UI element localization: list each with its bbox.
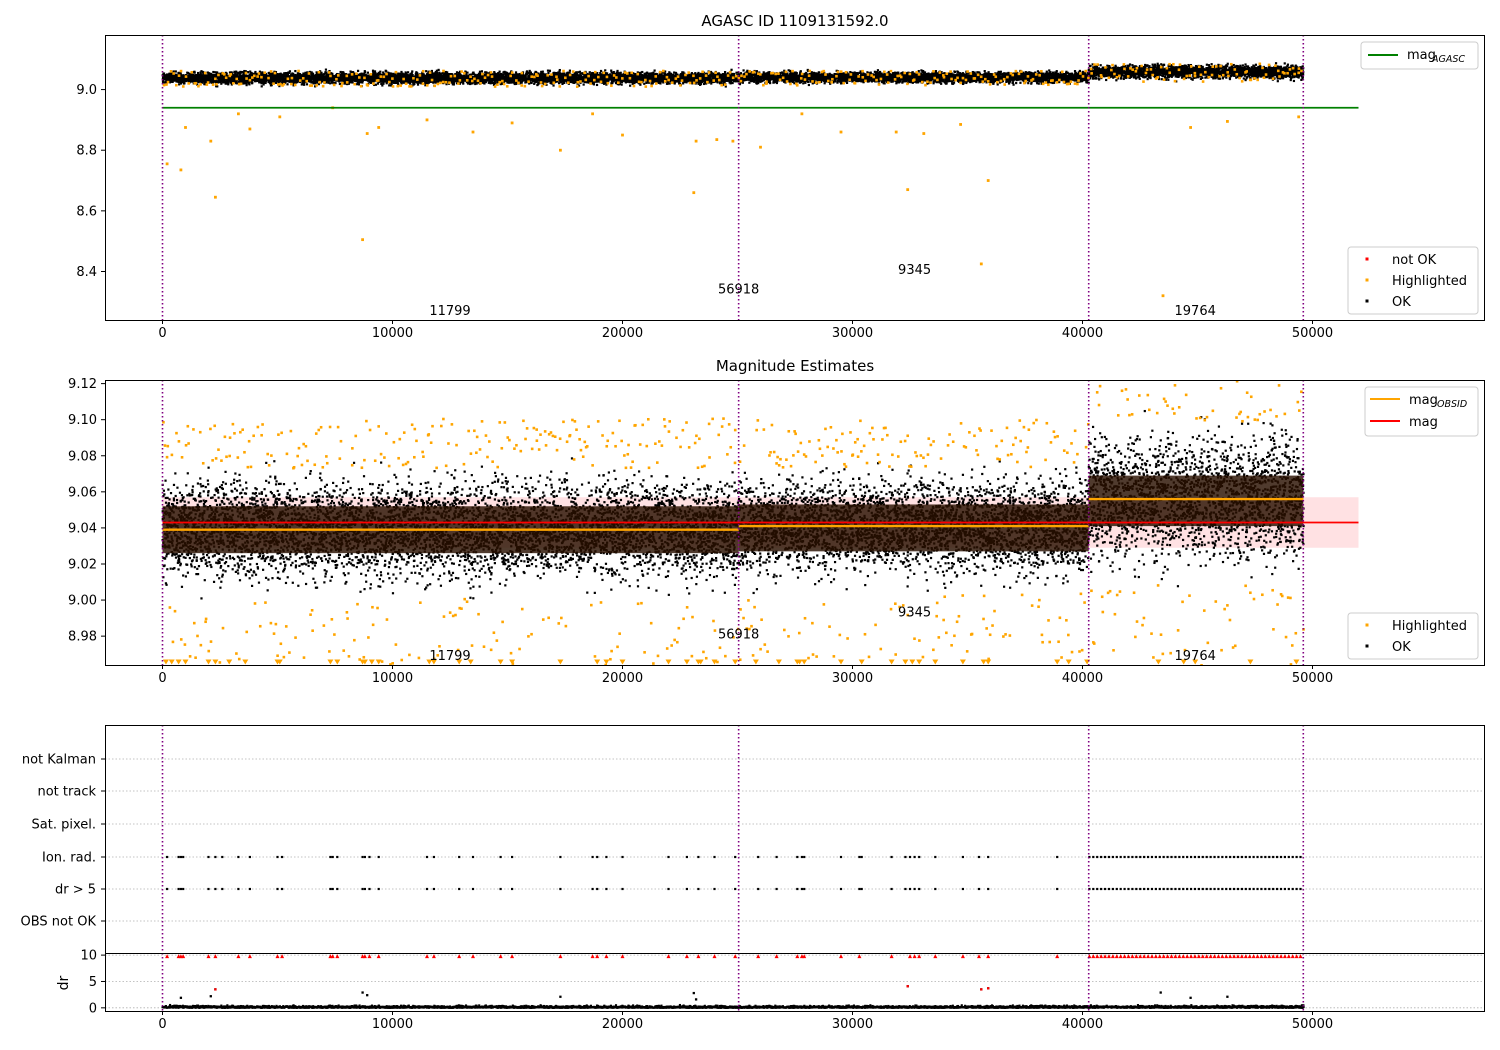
- ok-point: [416, 83, 420, 86]
- ok-point: [643, 82, 646, 85]
- ok-point: [374, 83, 378, 86]
- ok-point: [604, 69, 607, 72]
- ok-point: [305, 83, 309, 86]
- ok-point: [413, 82, 416, 85]
- ok-point: [592, 83, 596, 86]
- ok-point: [366, 71, 369, 74]
- ok-point: [619, 71, 622, 74]
- ok-point: [588, 71, 591, 74]
- ok-point: [379, 70, 382, 73]
- ok-point: [406, 71, 410, 74]
- ok-point: [641, 70, 644, 74]
- ok-point: [568, 69, 572, 72]
- ok-point: [479, 72, 482, 75]
- ok-point: [286, 75, 289, 78]
- ok-point: [358, 81, 361, 84]
- ok-point: [324, 68, 328, 71]
- ok-point: [547, 71, 550, 75]
- ok-point: [248, 83, 251, 86]
- ok-point: [338, 82, 342, 86]
- ok-point: [174, 70, 177, 73]
- ok-point: [193, 71, 196, 74]
- ok-point: [435, 71, 439, 74]
- ok-point: [212, 70, 215, 74]
- ok-point: [324, 71, 328, 74]
- ok-point: [220, 82, 223, 85]
- ok-point: [351, 81, 354, 84]
- ok-point: [575, 71, 578, 74]
- ok-point: [595, 83, 599, 87]
- ok-point: [629, 84, 632, 87]
- ok-point: [466, 71, 469, 74]
- ok-point: [472, 71, 475, 74]
- ok-point: [251, 81, 254, 84]
- ok-point: [541, 70, 544, 73]
- ok-point: [303, 83, 306, 86]
- ok-point: [363, 70, 367, 74]
- ok-point: [501, 73, 505, 76]
- ok-point: [356, 69, 360, 72]
- ok-point: [653, 69, 656, 72]
- ok-point: [254, 70, 257, 74]
- ok-point: [315, 81, 319, 84]
- ok-point: [260, 85, 263, 88]
- ok-point: [373, 70, 377, 73]
- ok-point: [269, 82, 272, 85]
- ok-point: [288, 70, 292, 73]
- ok-point: [411, 70, 414, 73]
- ok-point: [582, 83, 585, 86]
- ok-point: [514, 71, 518, 74]
- ok-point: [416, 72, 419, 75]
- ok-point: [196, 71, 200, 75]
- ok-point: [480, 70, 484, 73]
- ok-point: [264, 80, 268, 83]
- ok-point: [578, 70, 582, 73]
- ok-point: [286, 83, 289, 86]
- ok-point: [425, 70, 428, 73]
- ok-point: [452, 83, 455, 86]
- agasc-panel-title: AGASC ID 1109131592.0: [701, 12, 888, 30]
- ok-point: [357, 83, 360, 86]
- ok-point: [294, 69, 297, 73]
- ok-point: [599, 69, 603, 73]
- ok-point: [385, 70, 388, 73]
- ok-point: [225, 72, 228, 75]
- ok-point: [610, 69, 613, 72]
- ok-point: [552, 84, 555, 87]
- ok-point: [493, 82, 496, 85]
- ok-point: [558, 68, 561, 72]
- ok-point: [639, 83, 642, 86]
- ok-point: [478, 70, 482, 73]
- ok-point: [616, 69, 619, 73]
- ok-point: [183, 82, 186, 85]
- ok-point: [620, 83, 623, 86]
- ok-point: [498, 70, 501, 73]
- ok-point: [396, 81, 399, 84]
- ok-point: [437, 68, 440, 71]
- figure-canvas: AGASC ID 1109131592.0 117995691893451976…: [0, 0, 1500, 1050]
- ok-point: [548, 70, 551, 73]
- ok-point: [262, 83, 265, 86]
- ok-point: [382, 82, 385, 85]
- ok-point: [292, 72, 295, 76]
